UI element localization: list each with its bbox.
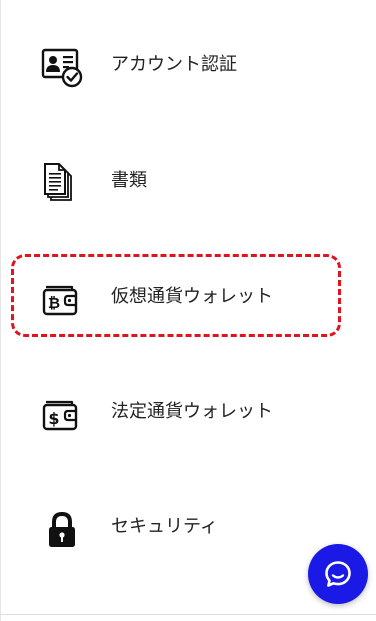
- menu-item-label: 法定通貨ウォレット: [111, 401, 273, 422]
- menu-item-documents[interactable]: 書類: [0, 141, 376, 221]
- bitcoin-wallet-icon: ₿: [40, 277, 84, 321]
- chat-bubble-icon: [325, 561, 351, 587]
- svg-text:₿: ₿: [48, 294, 60, 312]
- dollar-wallet-icon: $: [40, 392, 84, 436]
- chat-button[interactable]: [308, 544, 368, 604]
- svg-text:$: $: [48, 409, 59, 428]
- menu-item-label: アカウント認証: [111, 54, 237, 75]
- lock-icon: [40, 507, 84, 551]
- menu-item-label: セキュリティ: [111, 516, 218, 537]
- bottom-divider: [0, 614, 376, 615]
- menu-item-crypto-wallet[interactable]: ₿ 仮想通貨ウォレット: [0, 257, 376, 337]
- id-card-check-icon: [40, 45, 84, 89]
- menu-item-label: 仮想通貨ウォレット: [111, 286, 273, 307]
- documents-icon: [40, 161, 84, 205]
- menu-item-label: 書類: [111, 170, 147, 191]
- menu-item-fiat-wallet[interactable]: $ 法定通貨ウォレット: [0, 372, 376, 452]
- settings-menu-screen: アカウント認証 書類 ₿ 仮想通貨ウォレット $ 法定通貨ウォレット セキュリテ…: [0, 0, 376, 621]
- menu-item-account-verification[interactable]: アカウント認証: [0, 25, 376, 105]
